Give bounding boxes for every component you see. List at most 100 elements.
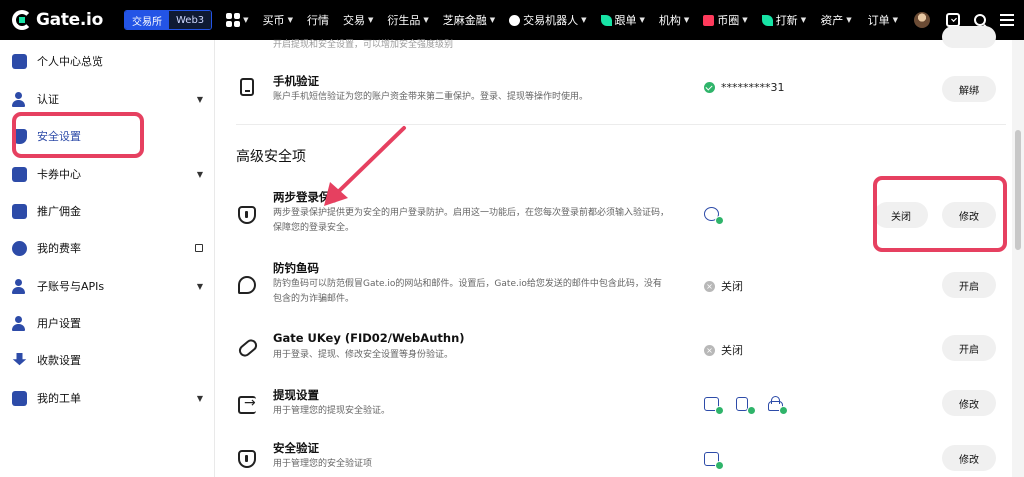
annotation-highlight-2fa-buttons <box>873 176 1007 252</box>
sidebar-item-user-settings[interactable]: 用户设置 <box>12 310 207 336</box>
nav-label: 资产 <box>821 14 844 27</box>
main-content: 开启提现和安全设置，可以增加安全强度级别 手机验证 账户手机短信验证为您的账户资… <box>216 26 1012 477</box>
nav-label: 衍生品 <box>387 14 421 27</box>
sidebar-item-tickets[interactable]: 我的工单 ▼ <box>12 385 207 411</box>
withdraw-methods <box>704 396 800 415</box>
sidebar-item-subaccounts[interactable]: 子账号与APIs ▼ <box>12 273 207 299</box>
nav-crypto-circle[interactable]: 币圈 ▼ <box>703 12 748 28</box>
secverify-title: 安全验证 <box>273 441 319 455</box>
transfer-icon <box>238 395 256 414</box>
web3-tab[interactable]: Web3 <box>169 11 212 29</box>
chevron-down-icon: ▼ <box>196 169 203 179</box>
sidebar-item-label: 子账号与APIs <box>37 280 105 293</box>
nav-trade[interactable]: 交易 ▼ <box>343 12 373 28</box>
nav-label: 订单 <box>867 14 890 27</box>
withdraw-title: 提现设置 <box>273 388 319 402</box>
sidebar-item-label: 推广佣金 <box>37 205 81 218</box>
top-navigation-bar: Gate.io 交易所 Web3 ▼ 买币 ▼ 行情 交易 ▼ 衍生品 ▼ 芝麻金融 ▼… <box>0 0 1024 40</box>
avatar[interactable] <box>914 12 930 28</box>
nav-derivatives[interactable]: 衍生品 ▼ <box>387 12 428 28</box>
partial-row-desc: 开启提现和安全设置，可以增加安全强度级别 <box>273 40 454 50</box>
status-text: 关闭 <box>721 344 743 357</box>
gate-logo[interactable]: Gate.io <box>12 10 112 30</box>
nav-label: 交易 <box>342 14 365 27</box>
sidebar-item-fees[interactable]: 我的费率 <box>12 235 207 261</box>
user-verified-icon <box>12 91 27 107</box>
two-step-desc: 两步登录保护提供更为安全的用户登录防护。启用这一功能后，在您每次登录前都必须输入… <box>273 208 670 233</box>
annotation-arrow-icon <box>324 126 406 206</box>
email-verify-icon <box>704 396 724 415</box>
leaf-icon <box>761 14 773 26</box>
bot-icon <box>509 14 521 26</box>
scrollbar[interactable] <box>1012 40 1024 477</box>
sidebar-item-payment[interactable]: 收款设置 <box>12 347 207 373</box>
phone-verify-icon <box>736 396 756 415</box>
nav-institutional[interactable]: 机构 ▼ <box>659 12 689 28</box>
nav-label: 行情 <box>306 14 329 27</box>
edit-secverify-button[interactable]: 修改 <box>942 445 996 471</box>
leaf-icon <box>600 14 612 26</box>
secverify-desc: 用于管理您的安全验证项 <box>273 459 373 469</box>
sidebar-item-verification[interactable]: 认证 ▼ <box>12 86 207 112</box>
sidebar-item-referral[interactable]: 推广佣金 <box>12 198 207 224</box>
email-verify-icon <box>704 451 724 470</box>
logo-text: Gate.io <box>36 10 103 30</box>
chart-bar-icon <box>703 14 715 26</box>
sidebar-item-label: 用户设置 <box>37 317 81 330</box>
apps-grid-icon[interactable] <box>226 13 241 27</box>
nav-copy-trading[interactable]: 跟单 ▼ <box>600 12 645 28</box>
nav-orders[interactable]: 订单 ▼ <box>868 12 898 28</box>
nav-label: 打新 <box>775 14 798 27</box>
enable-anti-phishing-button[interactable]: 开启 <box>942 272 996 298</box>
anti-phishing-title: 防钓鱼码 <box>273 261 319 275</box>
partial-row-button[interactable] <box>942 26 996 48</box>
status-text: 关闭 <box>721 280 743 293</box>
close-circle-icon: × <box>704 344 715 356</box>
sidebar-item-label: 收款设置 <box>37 354 81 367</box>
nav-buy-crypto[interactable]: 买币 ▼ <box>263 12 293 28</box>
sidebar-item-overview[interactable]: 个人中心总览 <box>12 48 207 74</box>
sidebar-item-vouchers[interactable]: 卡券中心 ▼ <box>12 161 207 187</box>
sidebar-item-label: 我的费率 <box>37 242 81 255</box>
nav-assets[interactable]: 资产 ▼ <box>821 12 851 28</box>
nav-trading-bot[interactable]: 交易机器人 ▼ <box>509 12 587 28</box>
secverify-methods <box>704 451 736 470</box>
enable-ukey-button[interactable]: 开启 <box>942 335 996 361</box>
percent-icon <box>12 240 27 256</box>
nav-launchpad[interactable]: 打新 ▼ <box>761 12 807 28</box>
chevron-down-icon: ▼ <box>196 94 203 104</box>
chevron-down-icon: ▼ <box>243 16 249 24</box>
two-step-methods <box>704 206 736 225</box>
chevron-down-icon: ▼ <box>800 16 807 24</box>
key-icon <box>236 336 260 360</box>
referral-icon <box>12 203 27 219</box>
nav-finance[interactable]: 芝麻金融 ▼ <box>443 12 495 28</box>
phone-title: 手机验证 <box>273 74 319 88</box>
nav-label: 交易机器人 <box>523 14 579 27</box>
unbind-phone-button[interactable]: 解绑 <box>942 76 996 102</box>
anti-phishing-status: × 关闭 <box>704 278 743 294</box>
exchange-tab[interactable]: 交易所 <box>125 11 169 29</box>
external-link-icon <box>195 244 203 252</box>
nav-markets[interactable]: 行情 <box>307 12 329 28</box>
fishhook-icon <box>238 276 256 294</box>
clipboard-icon <box>12 390 27 406</box>
phone-icon <box>240 78 254 96</box>
nav-label: 买币 <box>262 14 285 27</box>
nav-label: 芝麻金融 <box>442 14 487 27</box>
search-icon[interactable] <box>974 14 986 26</box>
download-icon[interactable] <box>946 13 960 27</box>
scrollbar-thumb[interactable] <box>1015 130 1021 250</box>
menu-icon[interactable] <box>1000 14 1014 26</box>
ukey-status: × 关闭 <box>704 342 743 358</box>
chevron-down-icon: ▼ <box>489 16 496 24</box>
exchange-web3-switch: 交易所 Web3 <box>124 10 213 30</box>
user-settings-icon <box>12 315 27 331</box>
advanced-security-title: 高级安全项 <box>236 149 306 165</box>
chevron-down-icon: ▼ <box>367 16 374 24</box>
ticket-icon <box>12 166 27 182</box>
shield-icon <box>238 450 256 468</box>
phone-status: *********31 <box>704 81 785 94</box>
edit-withdraw-button[interactable]: 修改 <box>942 390 996 416</box>
close-circle-icon: × <box>704 280 715 292</box>
